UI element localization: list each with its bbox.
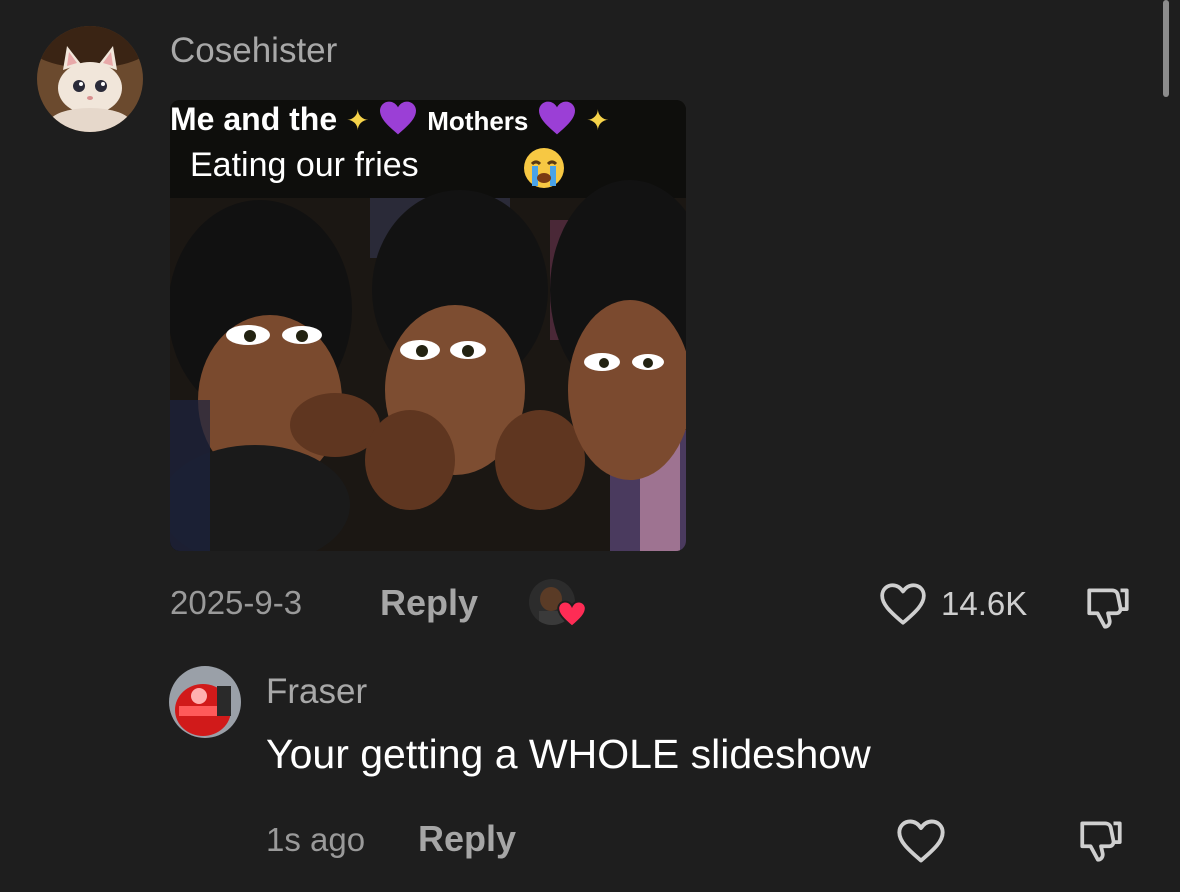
username[interactable]: Cosehister <box>170 31 337 71</box>
scrollbar[interactable] <box>1163 0 1169 97</box>
sparkles-icon: ✦ <box>346 105 370 136</box>
caption-text-a: Me and the <box>170 101 338 137</box>
comment-text: Your getting a WHOLE slideshow <box>266 731 871 777</box>
sparkles-icon: ✦ <box>586 105 610 136</box>
username[interactable]: Fraser <box>266 672 367 712</box>
comment-date: 2025-9-3 <box>170 584 303 621</box>
comment-image[interactable]: Me and the ✦ Mothers ✦ Eating our fries <box>170 100 686 551</box>
caption-text-b: Mothers <box>427 106 529 136</box>
dislike-icon[interactable] <box>1082 582 1134 632</box>
comment-time: 1s ago <box>266 821 366 858</box>
caption-line-1: Me and the ✦ Mothers ✦ <box>170 100 610 138</box>
dislike-icon[interactable] <box>1075 815 1127 865</box>
like-heart-icon[interactable] <box>895 817 947 865</box>
liked-heart-badge-icon <box>557 600 587 628</box>
like-count: 14.6K <box>941 585 1028 622</box>
purple-heart-icon <box>380 101 417 135</box>
avatar[interactable] <box>37 26 143 132</box>
reply-button[interactable]: Reply <box>418 818 516 860</box>
caption-line-2: Eating our fries <box>190 146 419 185</box>
like-heart-icon[interactable] <box>878 581 928 627</box>
reply-button[interactable]: Reply <box>380 582 478 624</box>
loudly-crying-face-icon <box>524 148 564 188</box>
caption-text-c: Eating our fries <box>190 146 419 184</box>
avatar[interactable] <box>169 666 241 738</box>
purple-heart-icon <box>539 101 576 135</box>
